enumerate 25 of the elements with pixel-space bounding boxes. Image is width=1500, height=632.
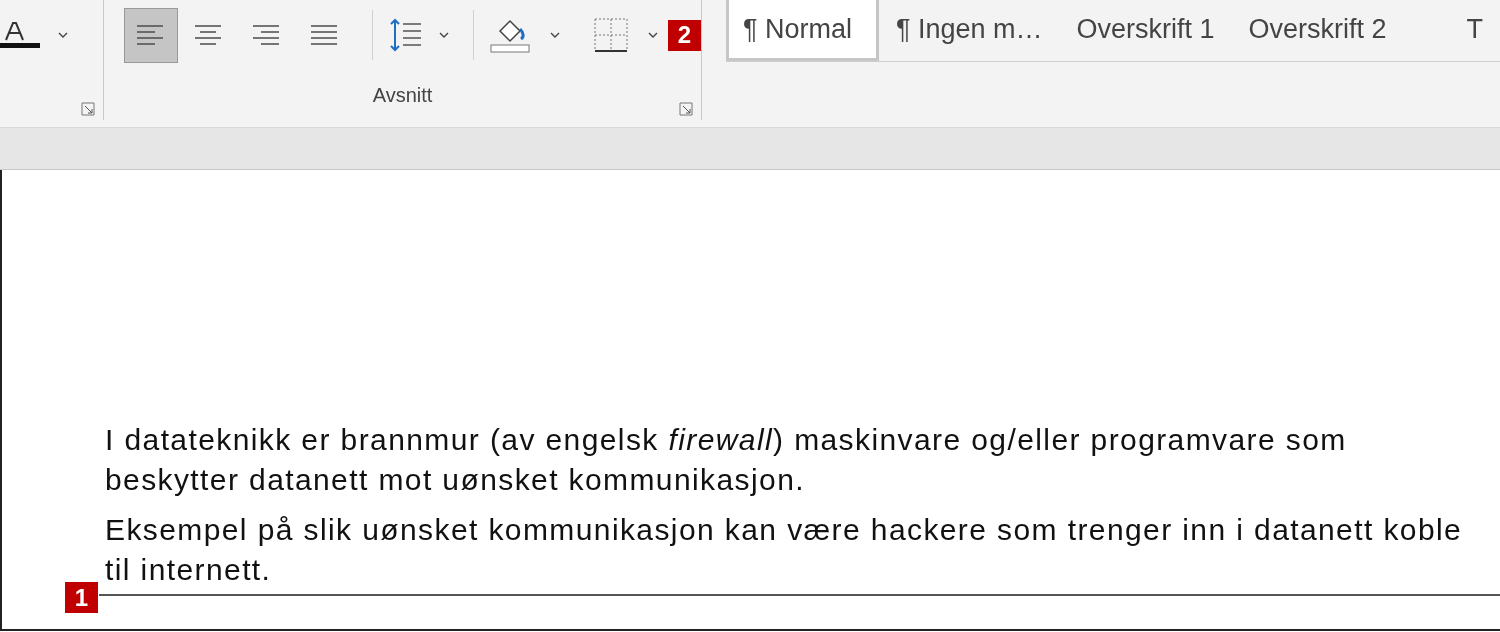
dialog-launcher-icon[interactable] — [81, 102, 95, 116]
style-item[interactable]: ¶ Ingen m… — [878, 0, 1060, 61]
caret-icon[interactable] — [648, 32, 658, 38]
callout-badge: 1 — [65, 582, 98, 613]
dialog-launcher-icon[interactable] — [679, 102, 693, 116]
align-justify-icon — [311, 23, 339, 47]
caret-icon[interactable] — [550, 32, 560, 38]
font-color-icon[interactable] — [0, 22, 40, 48]
style-item[interactable]: Overskrift 2 — [1231, 0, 1404, 61]
paragraph: I datateknikk er brannmur (av engelsk firewall) maskinvare og/eller programvare som beskytter datanett mot uønsket kommunikasjon. — [105, 422, 1348, 498]
style-item[interactable]: ¶ Normal — [726, 0, 879, 61]
align-left-button[interactable] — [124, 7, 178, 63]
group-label: Avsnitt — [372, 83, 433, 108]
line-spacing-icon[interactable] — [389, 18, 423, 52]
align-right-icon — [253, 23, 281, 47]
borders-icon[interactable] — [594, 18, 628, 52]
callout-badge: 2 — [668, 19, 701, 51]
shading-icon[interactable] — [490, 17, 530, 53]
style-item[interactable]: Overskrift 1 — [1059, 0, 1232, 61]
style-item[interactable]: T — [1403, 0, 1500, 61]
paragraph: Eksempel på slik uønsket kommunikasjon kan være hackere som trenger inn i datanett koble til internett. — [105, 512, 1464, 588]
align-left-icon — [137, 23, 165, 47]
caret-icon[interactable] — [439, 32, 449, 38]
align-center-icon — [195, 23, 223, 47]
caret-icon[interactable] — [58, 32, 68, 38]
